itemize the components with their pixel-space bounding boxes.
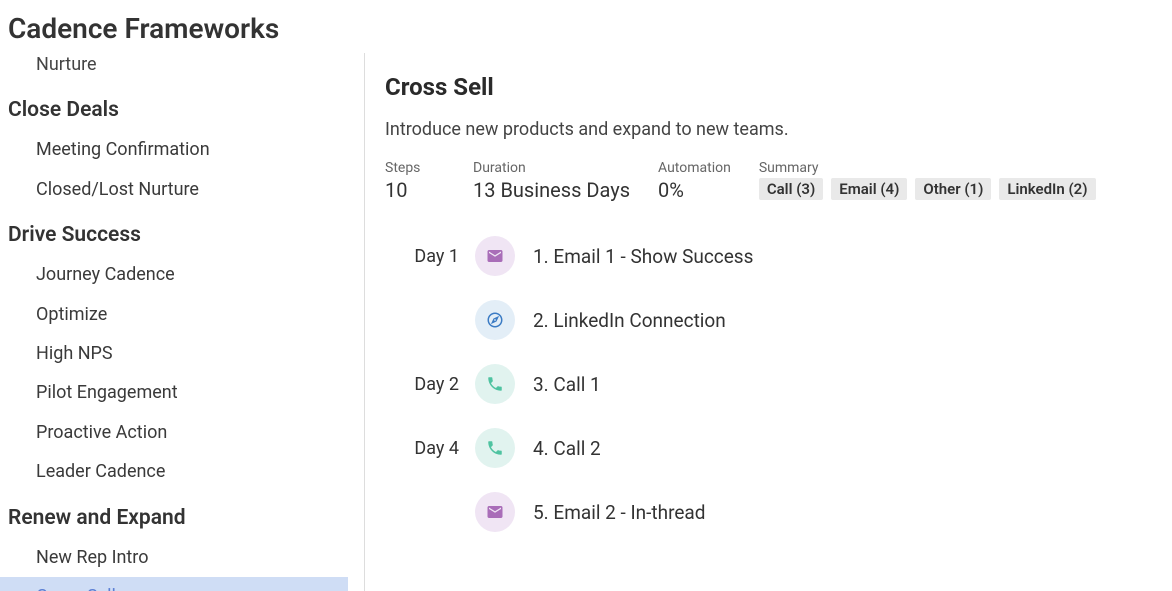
sidebar-group-title: Close Deals <box>0 84 360 130</box>
summary-tag: Other (1) <box>915 178 991 200</box>
step-row[interactable]: Day 4 4. Call 2 <box>385 428 1156 468</box>
linkedin-step-icon <box>475 300 515 340</box>
email-icon <box>486 503 504 521</box>
call-step-icon <box>475 364 515 404</box>
summary-tag: LinkedIn (2) <box>999 178 1095 200</box>
stat-duration-label: Duration <box>473 160 630 176</box>
sidebar-item[interactable]: Pilot Engagement <box>0 373 360 412</box>
sidebar-item[interactable]: Proactive Action <box>0 413 360 452</box>
sidebar-item[interactable]: Meeting Confirmation <box>0 130 360 169</box>
stat-steps: Steps 10 <box>385 160 445 202</box>
step-row[interactable]: 2. LinkedIn Connection <box>385 300 1156 340</box>
stat-summary-label: Summary <box>759 160 1096 176</box>
sidebar-divider <box>364 53 365 591</box>
summary-tag: Email (4) <box>831 178 907 200</box>
sidebar-item[interactable]: Journey Cadence <box>0 255 360 294</box>
stat-automation-value: 0% <box>658 178 731 202</box>
main-panel: Cross Sell Introduce new products and ex… <box>381 53 1172 591</box>
stat-automation: Automation 0% <box>658 160 731 202</box>
sidebar-group-title: Renew and Expand <box>0 492 360 538</box>
step-row[interactable]: Day 1 1. Email 1 - Show Success <box>385 236 1156 276</box>
page-title: Cadence Frameworks <box>0 0 1172 53</box>
summary-tag: Call (3) <box>759 178 823 200</box>
sidebar-item[interactable]: Leader Cadence <box>0 452 360 491</box>
step-day-label: Day 1 <box>385 246 475 267</box>
email-step-icon <box>475 492 515 532</box>
step-day-label: Day 2 <box>385 374 475 395</box>
compass-icon <box>486 311 504 329</box>
sidebar-item[interactable]: Nurture <box>0 53 360 84</box>
sidebar-item[interactable]: High NPS <box>0 334 360 373</box>
cadence-stats: Steps 10 Duration 13 Business Days Autom… <box>385 160 1156 202</box>
call-step-icon <box>475 428 515 468</box>
sidebar-group-title: Drive Success <box>0 209 360 255</box>
sidebar-item[interactable]: Cross Sell <box>0 577 348 591</box>
cadence-steps: Day 1 1. Email 1 - Show Success 2. LinkedI… <box>385 236 1156 532</box>
stat-summary: Summary Call (3) Email (4) Other (1) Linked… <box>759 160 1096 200</box>
phone-icon <box>486 375 504 393</box>
sidebar-item[interactable]: New Rep Intro <box>0 538 360 577</box>
stat-automation-label: Automation <box>658 160 731 176</box>
step-title: 3. Call 1 <box>533 373 601 396</box>
stat-steps-value: 10 <box>385 178 445 202</box>
step-day-label: Day 4 <box>385 438 475 459</box>
email-icon <box>486 247 504 265</box>
sidebar-item[interactable]: Closed/Lost Nurture <box>0 170 360 209</box>
stat-duration-value: 13 Business Days <box>473 178 630 202</box>
sidebar: NurtureClose DealsMeeting ConfirmationCl… <box>0 53 360 591</box>
sidebar-item[interactable]: Optimize <box>0 295 360 334</box>
cadence-title: Cross Sell <box>385 73 1156 101</box>
phone-icon <box>486 439 504 457</box>
step-title: 2. LinkedIn Connection <box>533 309 726 332</box>
step-title: 5. Email 2 - In-thread <box>533 501 705 524</box>
cadence-description: Introduce new products and expand to new… <box>385 119 1156 140</box>
stat-duration: Duration 13 Business Days <box>473 160 630 202</box>
step-row[interactable]: 5. Email 2 - In-thread <box>385 492 1156 532</box>
email-step-icon <box>475 236 515 276</box>
step-row[interactable]: Day 2 3. Call 1 <box>385 364 1156 404</box>
stat-steps-label: Steps <box>385 160 445 176</box>
step-title: 4. Call 2 <box>533 437 601 460</box>
step-title: 1. Email 1 - Show Success <box>533 245 753 268</box>
